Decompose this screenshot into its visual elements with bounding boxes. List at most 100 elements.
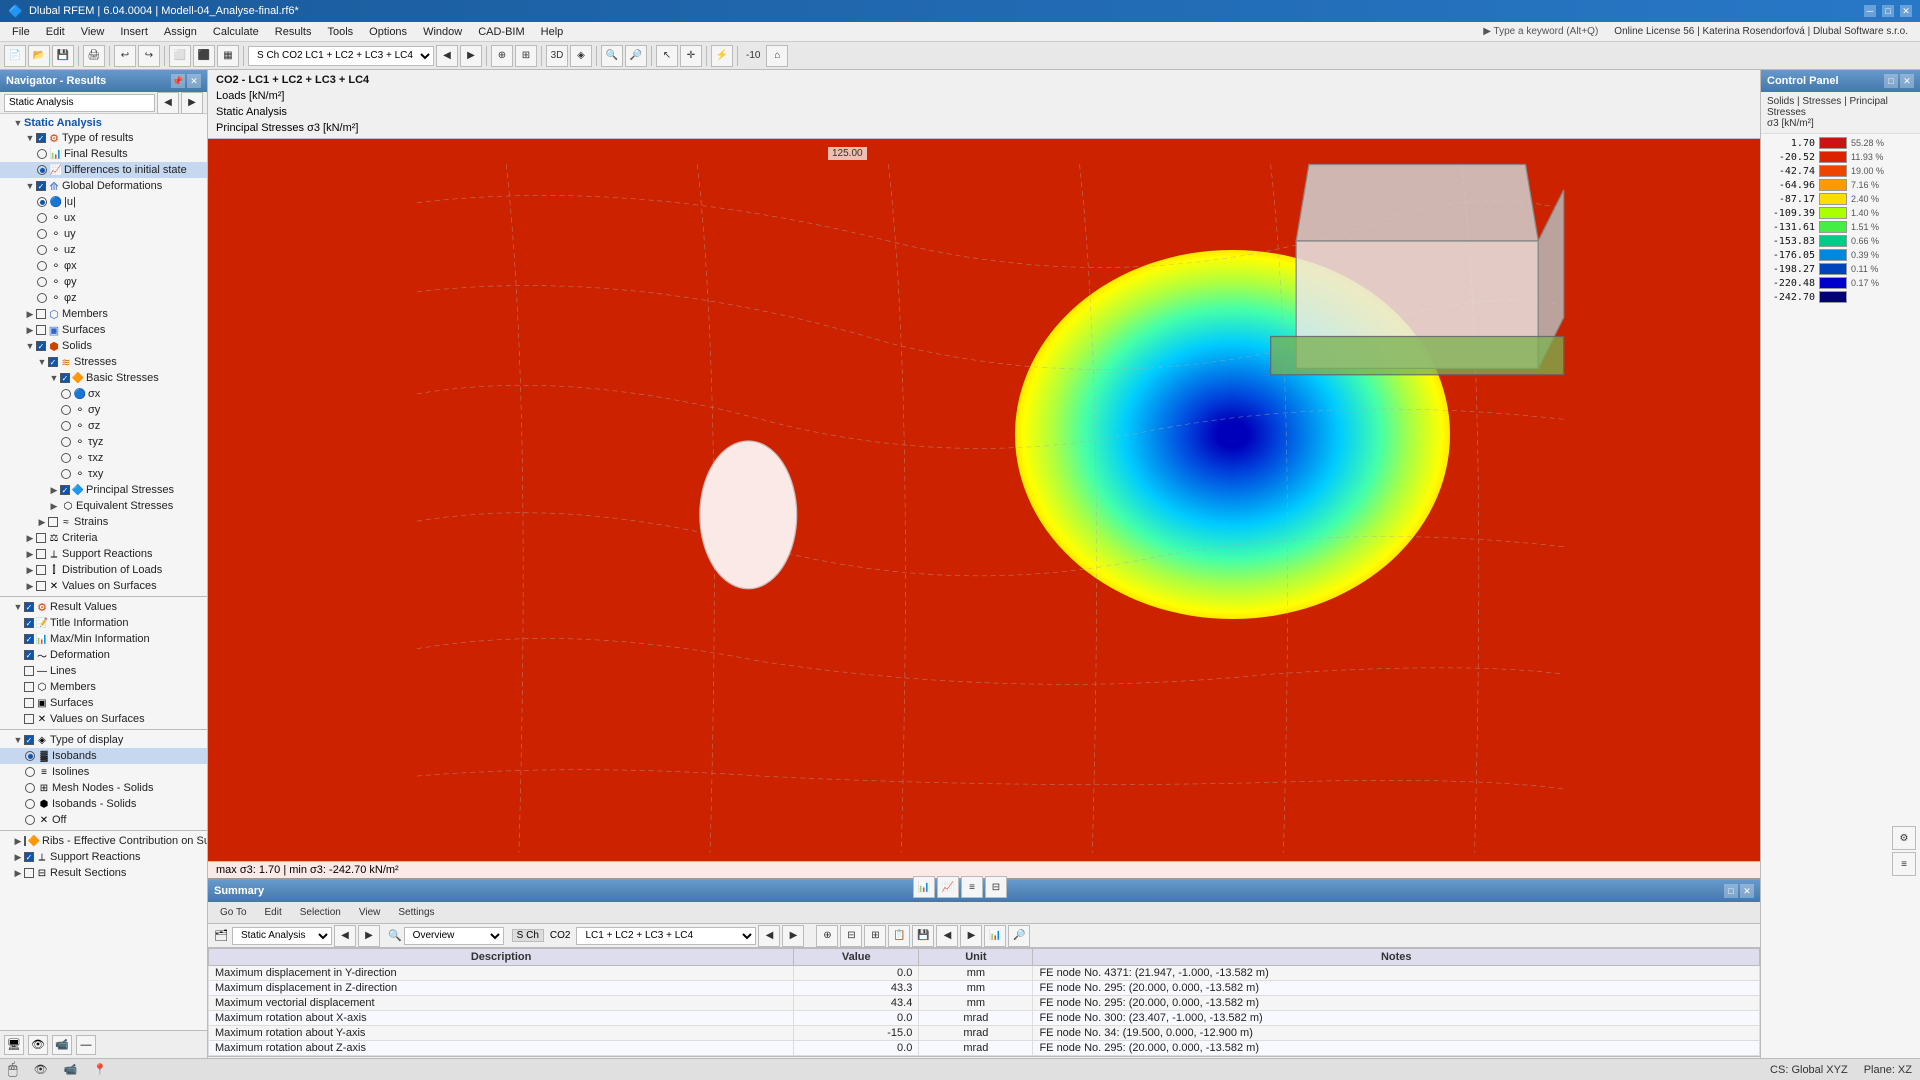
- table-row[interactable]: Maximum rotation about Z-axis 0.0 mrad F…: [209, 1041, 1760, 1056]
- check-values-surfaces[interactable]: [36, 581, 46, 591]
- radio-uy[interactable]: [36, 228, 48, 240]
- expand-principal[interactable]: ▶: [48, 484, 60, 496]
- navigator-search-input[interactable]: [4, 94, 155, 112]
- tree-title-info[interactable]: 📝 Title Information: [0, 615, 207, 631]
- expand-strains[interactable]: ▶: [36, 516, 48, 528]
- move-btn[interactable]: ✛: [680, 45, 702, 67]
- control-panel-buttons[interactable]: □ ✕: [1884, 74, 1914, 88]
- tree-principal-stresses[interactable]: ▶ 🔷 Principal Stresses: [0, 482, 207, 498]
- summary-load-combo[interactable]: LC1 + LC2 + LC3 + LC4: [576, 927, 756, 945]
- menu-cad-bim[interactable]: CAD-BIM: [470, 24, 532, 40]
- expand-stresses[interactable]: ▼: [36, 356, 48, 368]
- radio-isobands[interactable]: [24, 750, 36, 762]
- tree-support-reactions2[interactable]: ▶ ⟂ Support Reactions: [0, 849, 207, 865]
- summary-tab-selection[interactable]: Selection: [292, 905, 349, 920]
- menu-results[interactable]: Results: [267, 24, 320, 40]
- zoom-reset-btn[interactable]: ⌂: [766, 45, 788, 67]
- maximize-button[interactable]: □: [1882, 5, 1894, 17]
- summary-btn8[interactable]: 📊: [984, 925, 1006, 947]
- expand-support-reactions2[interactable]: ▶: [12, 851, 24, 863]
- navigator-nav-next[interactable]: ▶: [181, 92, 203, 114]
- tree-type-display[interactable]: ▼ ◈ Type of display: [0, 732, 207, 748]
- tree-deform-ux[interactable]: ⚬ ux: [0, 210, 207, 226]
- tree-criteria[interactable]: ▶ ⚖ Criteria: [0, 530, 207, 546]
- check-lines2[interactable]: [24, 666, 34, 676]
- summary-btn7[interactable]: ▶: [960, 925, 982, 947]
- navigator-close-button[interactable]: ✕: [187, 74, 201, 88]
- minimize-button[interactable]: ─: [1864, 5, 1876, 17]
- check-members2[interactable]: [24, 682, 34, 692]
- radio-phiy[interactable]: [36, 276, 48, 288]
- tree-isolines[interactable]: ≡ Isolines: [0, 764, 207, 780]
- summary-btn9[interactable]: 🔎: [1008, 925, 1030, 947]
- tree-members2[interactable]: ⬡ Members: [0, 679, 207, 695]
- load-combo-toolbar[interactable]: S Ch CO2 LC1 + LC2 + LC3 + LC4: [248, 46, 434, 66]
- summary-load-next[interactable]: ▶: [782, 925, 804, 947]
- control-panel-list-btn[interactable]: ≡: [1892, 852, 1916, 876]
- tree-stresses[interactable]: ▼ ≋ Stresses: [0, 354, 207, 370]
- prev-load-button[interactable]: ◀: [436, 45, 458, 67]
- check-result-values[interactable]: [24, 602, 34, 612]
- radio-mesh-nodes[interactable]: [24, 782, 36, 794]
- save-button[interactable]: 💾: [52, 45, 74, 67]
- expand-equivalent[interactable]: ▶: [48, 500, 60, 512]
- menu-view[interactable]: View: [73, 24, 113, 40]
- nav-bottom-btn1[interactable]: 🖥: [4, 1035, 24, 1055]
- radio-phiz[interactable]: [36, 292, 48, 304]
- check-type-display[interactable]: [24, 735, 34, 745]
- tree-final-results[interactable]: 📊 Final Results: [0, 146, 207, 162]
- tree-tau-yz[interactable]: ⚬ τyz: [0, 434, 207, 450]
- zoom-out-btn[interactable]: 🔎: [625, 45, 647, 67]
- tree-differences-initial[interactable]: 📈 Differences to initial state: [0, 162, 207, 178]
- render-btn[interactable]: ◈: [570, 45, 592, 67]
- check-surfaces[interactable]: [36, 325, 46, 335]
- radio-uz[interactable]: [36, 244, 48, 256]
- check-type-results[interactable]: [36, 133, 46, 143]
- view-btn3[interactable]: ▦: [217, 45, 239, 67]
- check-max-min[interactable]: [24, 634, 34, 644]
- summary-load-prev[interactable]: ◀: [758, 925, 780, 947]
- tree-global-deformations[interactable]: ▼ ⟰ Global Deformations: [0, 178, 207, 194]
- view-btn1[interactable]: ⬜: [169, 45, 191, 67]
- navigator-header-buttons[interactable]: 📌 ✕: [171, 74, 201, 88]
- expand-members[interactable]: ▶: [24, 308, 36, 320]
- tree-deformation[interactable]: 〜 Deformation: [0, 647, 207, 663]
- tree-solids[interactable]: ▼ ⬢ Solids: [0, 338, 207, 354]
- tree-members[interactable]: ▶ ⬡ Members: [0, 306, 207, 322]
- analyze-btn[interactable]: ⚡: [711, 45, 733, 67]
- cp-btn3[interactable]: ≡: [961, 876, 983, 898]
- tree-surfaces[interactable]: ▶ ▣ Surfaces: [0, 322, 207, 338]
- tree-tau-xz[interactable]: ⚬ τxz: [0, 450, 207, 466]
- tree-deform-phix[interactable]: ⚬ φx: [0, 258, 207, 274]
- summary-overview-combo[interactable]: Overview: [404, 927, 504, 945]
- tree-strains[interactable]: ▶ ≈ Strains: [0, 514, 207, 530]
- tree-ribs[interactable]: ▶ 🔶 Ribs - Effective Contribution on Sur…: [0, 833, 207, 849]
- check-values-surfaces2[interactable]: [24, 714, 34, 724]
- radio-sigma-y[interactable]: [60, 404, 72, 416]
- zoom-in-btn[interactable]: 🔍: [601, 45, 623, 67]
- check-criteria[interactable]: [36, 533, 46, 543]
- summary-analysis-combo[interactable]: Static Analysis: [232, 927, 332, 945]
- new-button[interactable]: 📄: [4, 45, 26, 67]
- control-panel-close[interactable]: ✕: [1900, 74, 1914, 88]
- summary-prev-btn[interactable]: ◀: [334, 925, 356, 947]
- summary-btn6[interactable]: ◀: [936, 925, 958, 947]
- expand-static-analysis[interactable]: ▼: [12, 117, 24, 129]
- check-dist-loads[interactable]: [36, 565, 46, 575]
- summary-btn4[interactable]: 📋: [888, 925, 910, 947]
- radio-sigma-z[interactable]: [60, 420, 72, 432]
- tree-surfaces2[interactable]: ▣ Surfaces: [0, 695, 207, 711]
- tree-result-values[interactable]: ▼ ⚙ Result Values: [0, 599, 207, 615]
- expand-basic-stresses[interactable]: ▼: [48, 372, 60, 384]
- radio-tau-yz[interactable]: [60, 436, 72, 448]
- expand-criteria[interactable]: ▶: [24, 532, 36, 544]
- table-row[interactable]: Maximum displacement in Y-direction 0.0 …: [209, 966, 1760, 981]
- radio-isolines[interactable]: [24, 766, 36, 778]
- check-basic-stresses[interactable]: [60, 373, 70, 383]
- expand-global-def[interactable]: ▼: [24, 180, 36, 192]
- tree-deform-phiy[interactable]: ⚬ φy: [0, 274, 207, 290]
- table-row[interactable]: Maximum vectorial displacement 43.4 mm F…: [209, 996, 1760, 1011]
- tree-deform-phiz[interactable]: ⚬ φz: [0, 290, 207, 306]
- radio-deform-u[interactable]: [36, 196, 48, 208]
- summary-btn5[interactable]: 💾: [912, 925, 934, 947]
